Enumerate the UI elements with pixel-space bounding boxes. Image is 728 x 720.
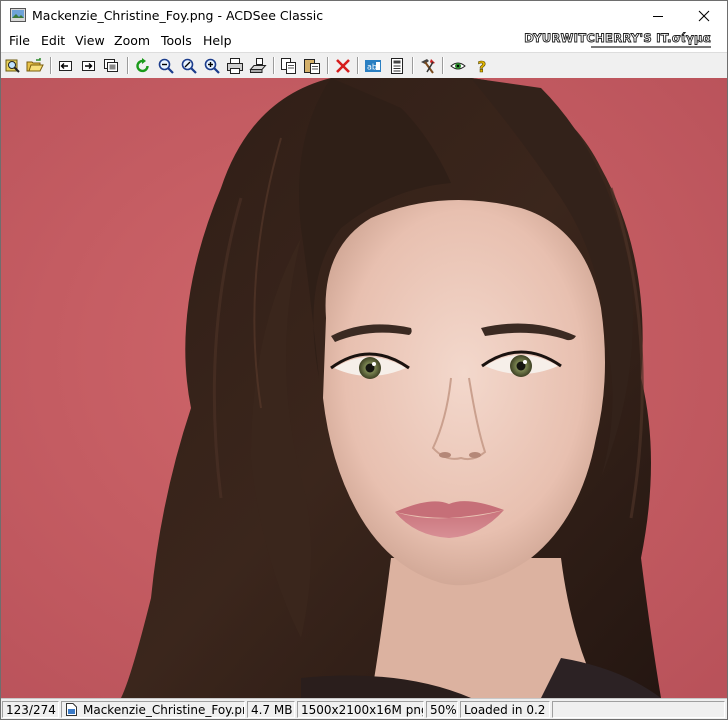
next-icon[interactable]	[79, 56, 99, 76]
menu-bar: File Edit View Zoom Tools Help DYURWITCH…	[1, 31, 727, 51]
paste-icon[interactable]	[302, 56, 322, 76]
title-bar[interactable]: Mackenzie_Christine_Foy.png - ACDSee Cla…	[1, 1, 727, 31]
svg-text:?: ?	[478, 58, 487, 75]
tools-icon[interactable]	[418, 56, 438, 76]
status-position: 123/274	[2, 701, 59, 718]
zoom-in-icon[interactable]	[202, 56, 222, 76]
previous-icon[interactable]	[56, 56, 76, 76]
status-filename: Mackenzie_Christine_Foy.png	[83, 703, 245, 717]
scan-icon[interactable]	[248, 56, 268, 76]
status-zoom: 50%	[426, 701, 458, 718]
rotate-icon[interactable]	[133, 56, 153, 76]
application-window: Mackenzie_Christine_Foy.png - ACDSee Cla…	[0, 0, 728, 720]
status-load-time: Loaded in 0.2 s	[460, 701, 550, 718]
app-icon[interactable]	[10, 8, 26, 22]
status-empty-pane	[552, 701, 725, 718]
menu-file[interactable]: File	[9, 33, 30, 48]
print-icon[interactable]	[225, 56, 245, 76]
image-viewer[interactable]	[1, 78, 727, 698]
copy-icon[interactable]	[279, 56, 299, 76]
menu-edit[interactable]: Edit	[41, 33, 65, 48]
portrait-image	[1, 78, 727, 698]
open-icon[interactable]	[25, 56, 45, 76]
status-bar: 123/274 Mackenzie_Christine_Foy.png 4.7 …	[1, 698, 727, 719]
file-icon	[66, 703, 77, 717]
browse-icon[interactable]	[3, 56, 23, 76]
menu-view[interactable]: View	[75, 33, 105, 48]
zoom-fit-icon[interactable]	[179, 56, 199, 76]
svg-text:ab: ab	[367, 63, 377, 72]
menu-tools[interactable]: Tools	[161, 33, 192, 48]
close-button[interactable]	[681, 1, 727, 31]
slideshow-icon[interactable]	[102, 56, 122, 76]
zoom-out-icon[interactable]	[156, 56, 176, 76]
window-title: Mackenzie_Christine_Foy.png - ACDSee Cla…	[32, 8, 324, 23]
properties-icon[interactable]	[387, 56, 407, 76]
watermark-text: DYURWITCHERRY'S IT.σίγμα	[524, 31, 711, 45]
status-filename-pane: Mackenzie_Christine_Foy.png	[61, 701, 245, 718]
watermark-underline	[591, 46, 711, 48]
status-dimensions: 1500x2100x16M png	[297, 701, 424, 718]
help-icon[interactable]: ?	[472, 56, 492, 76]
watermark-logo: DYURWITCHERRY'S IT.σίγμα	[524, 31, 711, 50]
menu-zoom[interactable]: Zoom	[114, 33, 150, 48]
status-filesize: 4.7 MB	[247, 701, 295, 718]
toolbar: ab ?	[1, 52, 727, 79]
eye-icon[interactable]	[448, 56, 468, 76]
close-icon	[698, 10, 710, 22]
delete-icon[interactable]	[333, 56, 353, 76]
menu-help[interactable]: Help	[203, 33, 232, 48]
maximize-button[interactable]	[636, 1, 682, 31]
rename-icon[interactable]: ab	[363, 56, 383, 76]
